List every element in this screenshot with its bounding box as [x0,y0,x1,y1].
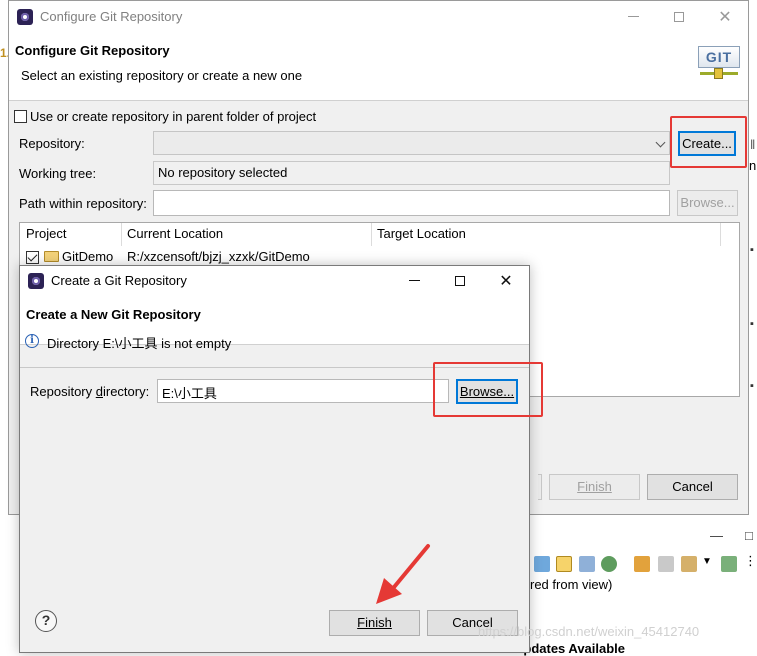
dialog-info-message: Directory E:\小工具 is not empty [47,336,232,351]
background-edge-glyph: ▪ [750,380,754,392]
bg-tool-icon-6[interactable] [658,556,674,572]
repository-combo[interactable] [153,131,670,155]
repository-label: Repository: [19,136,85,151]
wizard-banner: Configure Git Repository Select an exist… [9,32,748,101]
working-tree-field: No repository selected [153,161,670,185]
close-icon: ✕ [718,8,732,26]
maximize-button[interactable] [656,1,702,32]
bg-view-text: red from view) [530,577,613,592]
banner-description: Select an existing repository or create … [21,68,303,83]
project-folder-icon [44,251,59,262]
eclipse-app-icon [17,8,33,25]
minimize-icon [627,16,639,17]
bg-tool-icon-3[interactable] [579,556,595,572]
eclipse-app-icon [28,272,44,289]
working-tree-label: Working tree: [19,166,97,181]
dialog-title-bar: Create a Git Repository ✕ [20,266,529,295]
bg-tool-icon-7[interactable] [681,556,697,572]
window-title: Configure Git Repository [40,9,183,24]
use-parent-checkbox[interactable] [14,110,27,123]
minimize-icon [408,280,420,281]
bg-tool-icon-8[interactable] [721,556,737,572]
column-header-project[interactable]: Project [26,226,66,241]
row-project-name[interactable]: GitDemo [62,249,113,264]
column-header-current-location[interactable]: Current Location [127,226,223,241]
bg-tool-icon-1[interactable] [534,556,550,572]
highlight-browse-box [433,362,543,417]
create-git-repository-dialog: Create a Git Repository ✕ Create a New G… [19,265,543,653]
info-icon: i [25,334,39,348]
bg-dropdown-icon[interactable]: ▼ [702,556,712,567]
back-button-partial[interactable] [538,474,542,500]
dialog-maximize-button[interactable] [437,266,483,295]
path-input[interactable] [153,190,670,216]
background-edge-glyph: ▪ [750,244,754,256]
dialog-close-button[interactable]: ✕ [483,266,529,295]
chevron-down-icon [655,137,666,148]
row-current-location: R:/xzcensoft/bjzj_xzxk/GitDemo [127,249,310,264]
help-icon[interactable]: ? [35,610,57,632]
bg-more-icon[interactable]: ⋮ [744,553,757,569]
annotation-arrow-icon [376,544,430,604]
banner-title: Configure Git Repository [15,43,170,58]
use-parent-label: Use or create repository in parent folde… [30,109,317,124]
column-header-target-location[interactable]: Target Location [377,226,466,241]
bg-tool-icon-4[interactable] [601,556,617,572]
title-bar: Configure Git Repository ✕ [9,1,748,32]
dialog-banner-title: Create a New Git Repository [26,307,201,322]
main-finish-button[interactable]: Finish [549,474,640,500]
bg-minimize-icon[interactable]: — [710,528,723,543]
background-edge-glyph: n [749,158,757,173]
dialog-finish-button[interactable]: Finish [329,610,420,636]
dialog-minimize-button[interactable] [391,266,437,295]
main-cancel-button[interactable]: Cancel [647,474,738,500]
repo-directory-label: Repository directory: [30,384,150,399]
bg-restore-icon[interactable]: □ [745,528,753,543]
minimize-button[interactable] [610,1,656,32]
bg-tool-icon-2[interactable] [556,556,572,572]
maximize-icon [674,11,684,22]
background-edge-glyph: ▪ [750,318,754,330]
close-button[interactable]: ✕ [702,1,748,32]
maximize-icon [455,275,465,286]
repo-directory-input[interactable]: E:\小工具 [157,379,449,403]
git-logo-icon: GIT [698,46,740,82]
main-finish-label: Finish [577,479,612,494]
row-checkbox[interactable] [26,251,39,264]
path-label: Path within repository: [19,196,147,211]
path-browse-button[interactable]: Browse... [677,190,738,216]
dialog-title: Create a Git Repository [51,273,187,288]
git-logo-text: GIT [698,46,740,68]
close-icon: ✕ [499,272,513,290]
background-edge-glyph: ‖ [750,137,756,152]
dialog-finish-label: Finish [357,615,392,630]
watermark: https://blog.csdn.net/weixin_45412740 [478,624,700,639]
highlight-create-box [670,116,747,168]
bg-tool-icon-5[interactable] [634,556,650,572]
